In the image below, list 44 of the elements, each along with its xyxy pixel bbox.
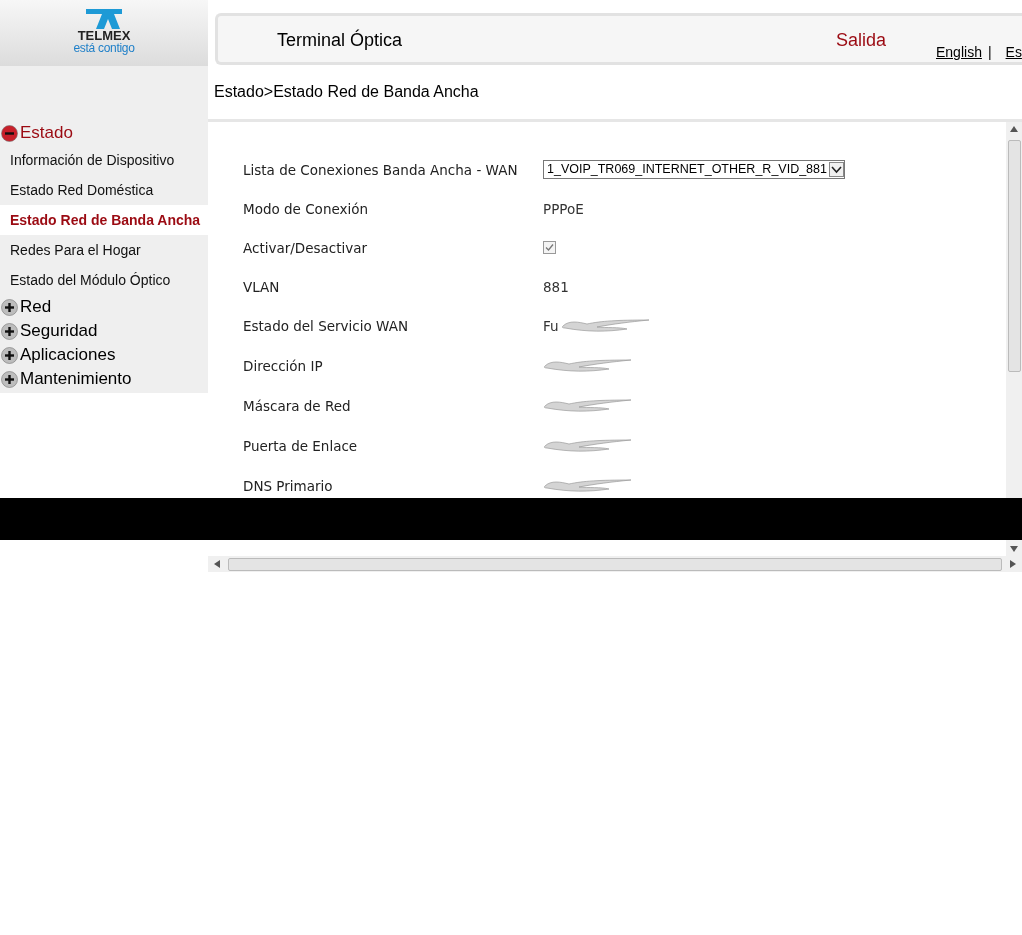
field-label: Estado del Servicio WAN xyxy=(243,318,409,334)
menu-group[interactable]: Estado xyxy=(20,123,73,143)
sidebar-item[interactable]: Redes Para el Hogar xyxy=(0,235,208,265)
field-label: Modo de Conexión xyxy=(243,200,370,217)
sidebar-item[interactable]: Estado Red Doméstica xyxy=(0,175,208,205)
field-label: Máscara de Red xyxy=(243,398,352,414)
field-value: Fu xyxy=(543,318,559,334)
menu-group[interactable]: Seguridad xyxy=(20,321,98,341)
menu-group[interactable]: Aplicaciones xyxy=(20,345,116,365)
language-link[interactable]: English xyxy=(936,44,982,60)
page-title: Terminal Óptica xyxy=(277,30,403,51)
scroll-left-icon[interactable] xyxy=(214,560,220,568)
breadcrumb: Estado>Estado Red de Banda Ancha xyxy=(213,82,480,101)
language-link[interactable]: Es xyxy=(1005,44,1022,60)
checkbox[interactable] xyxy=(543,241,556,254)
logout-link[interactable]: Salida xyxy=(836,30,887,51)
logo-text: TELMEX xyxy=(77,29,131,42)
horizontal-scrollbar[interactable] xyxy=(208,556,1022,572)
vertical-scrollbar[interactable] xyxy=(1006,122,1022,556)
field-label: Dirección IP xyxy=(243,358,324,374)
logo-icon xyxy=(84,9,124,29)
expand-icon[interactable] xyxy=(1,370,18,388)
field-label: Puerta de Enlace xyxy=(243,438,359,454)
field-label: DNS Primario xyxy=(243,478,334,494)
field-label: Activar/Desactivar xyxy=(243,239,369,256)
scroll-right-icon[interactable] xyxy=(1010,560,1016,568)
sidebar-item[interactable]: Estado del Módulo Óptico xyxy=(0,265,208,295)
expand-icon[interactable] xyxy=(1,322,18,340)
field-label: Lista de Conexiones Banda Ancha - WAN xyxy=(243,161,519,178)
sidebar-item[interactable]: Estado Red de Banda Ancha xyxy=(0,205,208,235)
scroll-up-icon[interactable] xyxy=(1010,126,1018,132)
collapse-icon[interactable] xyxy=(1,124,18,142)
menu-group[interactable]: Mantenimiento xyxy=(20,369,132,389)
logo-tagline: está contigo xyxy=(73,42,135,54)
scroll-down-icon[interactable] xyxy=(1010,546,1018,552)
menu-group[interactable]: Red xyxy=(20,297,52,317)
expand-icon[interactable] xyxy=(1,346,18,364)
field-value: 881 xyxy=(543,278,569,295)
connection-select[interactable]: 1_VOIP_TR069_INTERNET_OTHER_R_VID_881 xyxy=(543,160,845,179)
separator: | xyxy=(987,44,992,60)
field-value: PPPoE xyxy=(543,200,584,217)
sidebar-item[interactable]: Información de Dispositivo xyxy=(0,145,208,175)
expand-icon[interactable] xyxy=(1,298,18,316)
field-label: VLAN xyxy=(243,278,281,295)
